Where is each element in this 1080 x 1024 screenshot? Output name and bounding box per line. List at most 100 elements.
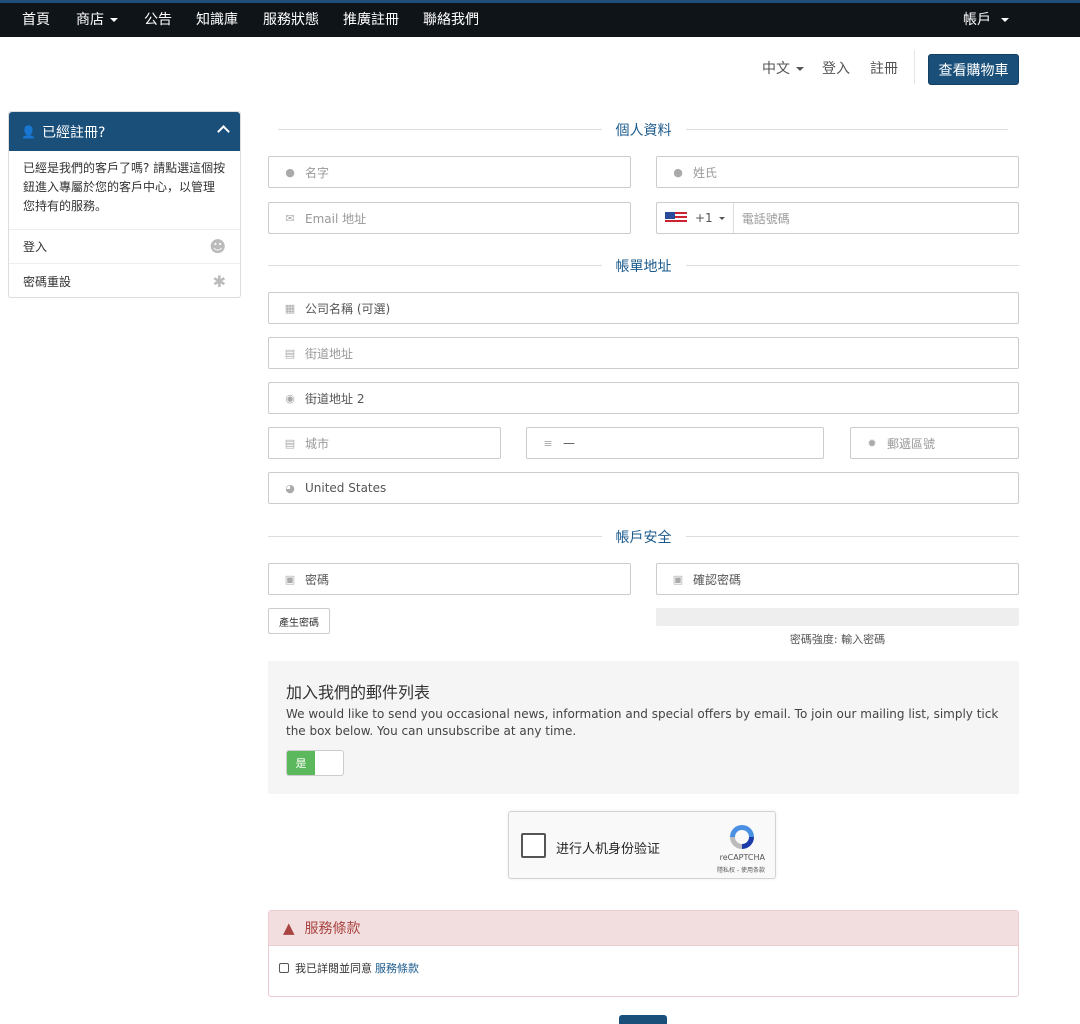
city-placeholder: 城市 <box>305 436 330 451</box>
sidebar-item-password-reset[interactable]: 密碼重設 ✱ <box>9 264 240 298</box>
password-strength-text: 密碼強度: 輸入密碼 <box>789 633 886 646</box>
phone-field[interactable]: +1 電話號碼 <box>656 202 1019 234</box>
signpost-icon: ≡ <box>543 436 553 450</box>
chevron-down-icon <box>796 67 804 71</box>
country-value: United States <box>305 481 387 495</box>
nav-home[interactable]: 首頁 <box>22 11 50 29</box>
top-navbar: 首頁 商店 公告 知識庫 服務狀態 推廣註冊 聯絡我們 帳戶 <box>0 0 1080 37</box>
email-placeholder: Email 地址 <box>305 211 367 226</box>
tos-agree-row: 我已詳閱並同意 服務條款 <box>269 946 1018 976</box>
mailing-list-toggle[interactable]: 是 <box>286 750 344 776</box>
section-title-security: 帳戶安全 <box>601 530 686 546</box>
section-title-billing: 帳單地址 <box>601 259 686 275</box>
address1-field[interactable]: ▤ 街道地址 <box>268 337 1019 369</box>
password-field[interactable]: ▣ 密碼 <box>268 563 631 595</box>
recaptcha-brand: reCAPTCHA <box>719 853 765 862</box>
postcode-placeholder: 郵遞區號 <box>887 436 936 451</box>
globe-icon: ◕ <box>285 481 295 495</box>
view-cart-button[interactable]: 查看購物車 <box>928 54 1019 85</box>
chevron-down-icon <box>718 216 725 220</box>
user-icon: ☻ <box>209 237 226 256</box>
sidebar-item-label: 密碼重設 <box>23 274 72 289</box>
state-select[interactable]: ≡ — <box>526 427 824 459</box>
nav-account[interactable]: 帳戶 <box>963 11 1009 29</box>
first-name-field[interactable]: ● 名字 <box>268 156 631 188</box>
generate-password-button[interactable]: 產生密碼 <box>268 608 330 634</box>
nav-store-label: 商店 <box>76 12 104 28</box>
address1-placeholder: 街道地址 <box>305 346 354 361</box>
state-value: — <box>563 436 575 450</box>
confirm-password-field[interactable]: ▣ 確認密碼 <box>656 563 1019 595</box>
company-placeholder: 公司名稱 (可選) <box>305 301 391 316</box>
password-placeholder: 密碼 <box>305 572 330 587</box>
mailing-list-text: We would like to send you occasional new… <box>286 707 999 738</box>
user-icon: ● <box>673 165 683 179</box>
recaptcha-checkbox[interactable] <box>521 833 546 858</box>
section-billing: 帳單地址 <box>268 256 1019 276</box>
tos-panel: ▲ 服務條款 我已詳閱並同意 服務條款 <box>268 910 1019 997</box>
envelope-icon: ✉ <box>285 211 295 225</box>
tos-agree-text: 我已詳閱並同意 <box>295 962 372 975</box>
recaptcha-logo-icon <box>730 825 754 849</box>
warning-icon: ▲ <box>283 919 295 937</box>
header-divider <box>914 50 915 84</box>
mailing-list-title: 加入我們的郵件列表 <box>286 683 431 702</box>
last-name-placeholder: 姓氏 <box>693 165 718 180</box>
nav-affiliates[interactable]: 推廣註冊 <box>343 11 399 29</box>
chevron-down-icon <box>110 18 118 22</box>
section-title-personal: 個人資料 <box>601 123 686 139</box>
address2-placeholder: 街道地址 2 <box>305 391 365 406</box>
sidebar-header[interactable]: 👤 已經註冊? <box>9 112 240 151</box>
tos-title: 服務條款 <box>304 921 361 937</box>
toggle-on-label: 是 <box>287 751 315 775</box>
user-icon: ● <box>285 165 295 179</box>
section-personal: 個人資料 <box>268 120 1019 140</box>
country-code-selector[interactable]: +1 <box>665 203 734 233</box>
tos-header: ▲ 服務條款 <box>269 911 1018 946</box>
chevron-down-icon <box>1001 18 1009 22</box>
sidebar-title: 已經註冊? <box>41 124 106 141</box>
email-field[interactable]: ✉ Email 地址 <box>268 202 631 234</box>
tos-link[interactable]: 服務條款 <box>375 960 419 976</box>
nav-store[interactable]: 商店 <box>76 11 118 29</box>
city-field[interactable]: ▤ 城市 <box>268 427 501 459</box>
country-select[interactable]: ◕ United States <box>268 472 1019 504</box>
sidebar-description: 已經是我們的客戶了嗎? 請點選這個按鈕進入專屬於您的客戶中心，以管理您持有的服務… <box>9 151 240 230</box>
chevron-up-icon[interactable] <box>217 125 230 138</box>
sidebar-item-login[interactable]: 登入 ☻ <box>9 230 240 264</box>
recaptcha-label: 进行人机身份验证 <box>556 842 661 857</box>
nav-server-status[interactable]: 服務狀態 <box>263 11 319 29</box>
language-selector[interactable]: 中文 <box>762 58 804 78</box>
lock-icon: ▣ <box>672 572 684 586</box>
nav-account-label: 帳戶 <box>963 12 991 28</box>
certificate-icon: ✹ <box>867 436 877 450</box>
nav-announcements[interactable]: 公告 <box>144 11 172 29</box>
building-icon: ▦ <box>284 301 296 315</box>
sidebar-item-label: 登入 <box>23 240 48 254</box>
language-label: 中文 <box>762 61 790 77</box>
building-icon: ▤ <box>284 436 296 450</box>
us-flag-icon <box>665 212 687 224</box>
header-register-link[interactable]: 註冊 <box>870 58 898 78</box>
last-name-field[interactable]: ● 姓氏 <box>656 156 1019 188</box>
confirm-password-placeholder: 確認密碼 <box>693 572 742 587</box>
password-strength-bar <box>656 608 1019 626</box>
first-name-placeholder: 名字 <box>305 165 330 180</box>
address2-field[interactable]: ◉ 街道地址 2 <box>268 382 1019 414</box>
asterisk-icon: ✱ <box>212 271 226 291</box>
company-field[interactable]: ▦ 公司名稱 (可選) <box>268 292 1019 324</box>
lock-icon: ▣ <box>284 572 296 586</box>
submit-button[interactable] <box>619 1015 667 1024</box>
building-icon: ▤ <box>284 346 296 360</box>
section-security: 帳戶安全 <box>268 527 1019 547</box>
nav-knowledgebase[interactable]: 知識庫 <box>196 11 238 29</box>
postcode-field[interactable]: ✹ 郵遞區號 <box>850 427 1019 459</box>
recaptcha-terms[interactable]: 隱私权 - 使用条款 <box>717 865 765 874</box>
already-registered-panel: 👤 已經註冊? 已經是我們的客戶了嗎? 請點選這個按鈕進入專屬於您的客戶中心，以… <box>8 111 241 298</box>
header-login-link[interactable]: 登入 <box>822 58 850 78</box>
user-icon: 👤 <box>21 124 36 139</box>
mailing-list-panel: 加入我們的郵件列表 We would like to send you occa… <box>268 661 1019 794</box>
map-marker-icon: ◉ <box>285 391 295 405</box>
tos-checkbox[interactable] <box>279 963 289 973</box>
nav-contact[interactable]: 聯絡我們 <box>423 11 479 29</box>
